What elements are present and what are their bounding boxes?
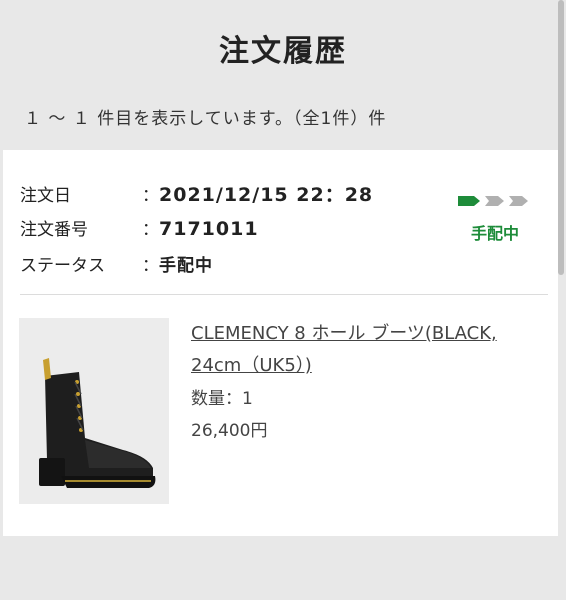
product-name-link[interactable]: CLEMENCY 8 ホール ブーツ(BLACK, 24cm（UK5）) (191, 318, 551, 382)
order-date-value: 2021/12/15 22：28 (159, 184, 374, 206)
product-price: 26,400円 (191, 421, 268, 441)
scrollbar[interactable] (558, 0, 564, 275)
order-date-row: 注文日 ：2021/12/15 22：28 (20, 180, 373, 207)
product-image[interactable] (19, 318, 169, 504)
order-status-label: ステータス (20, 256, 105, 276)
order-number-value: 7171011 (159, 218, 259, 240)
order-card: 注文日 ：2021/12/15 22：28 注文番号 ：7171011 ステータス：… (3, 150, 558, 536)
divider (20, 294, 548, 295)
order-status-value: 手配中 (159, 256, 213, 276)
order-date-label: 注文日 (20, 186, 71, 206)
order-status-row: ステータス ：手配中 (20, 251, 213, 276)
page-title: 注文履歴 (219, 34, 347, 69)
colon: ： (142, 220, 159, 240)
order-number-row: 注文番号 ：7171011 (20, 215, 259, 240)
colon: ： (142, 186, 159, 206)
boot-image-icon (19, 318, 169, 504)
progress-step-1 (458, 196, 480, 206)
order-number-label: 注文番号 (20, 220, 88, 240)
order-history-page: 注文履歴 １ ～ １ 件目を表示しています。（全1件）件 注文日 ：2021/12… (0, 0, 566, 600)
status-badge: 手配中 (471, 224, 520, 243)
colon: ： (142, 256, 159, 276)
progress-step-2 (485, 196, 504, 206)
progress-step-3 (509, 196, 528, 206)
result-count: １ ～ １ 件目を表示しています。（全1件）件 (24, 109, 387, 129)
status-progress-icon (458, 196, 528, 206)
product-quantity: 数量：1 (191, 389, 253, 409)
